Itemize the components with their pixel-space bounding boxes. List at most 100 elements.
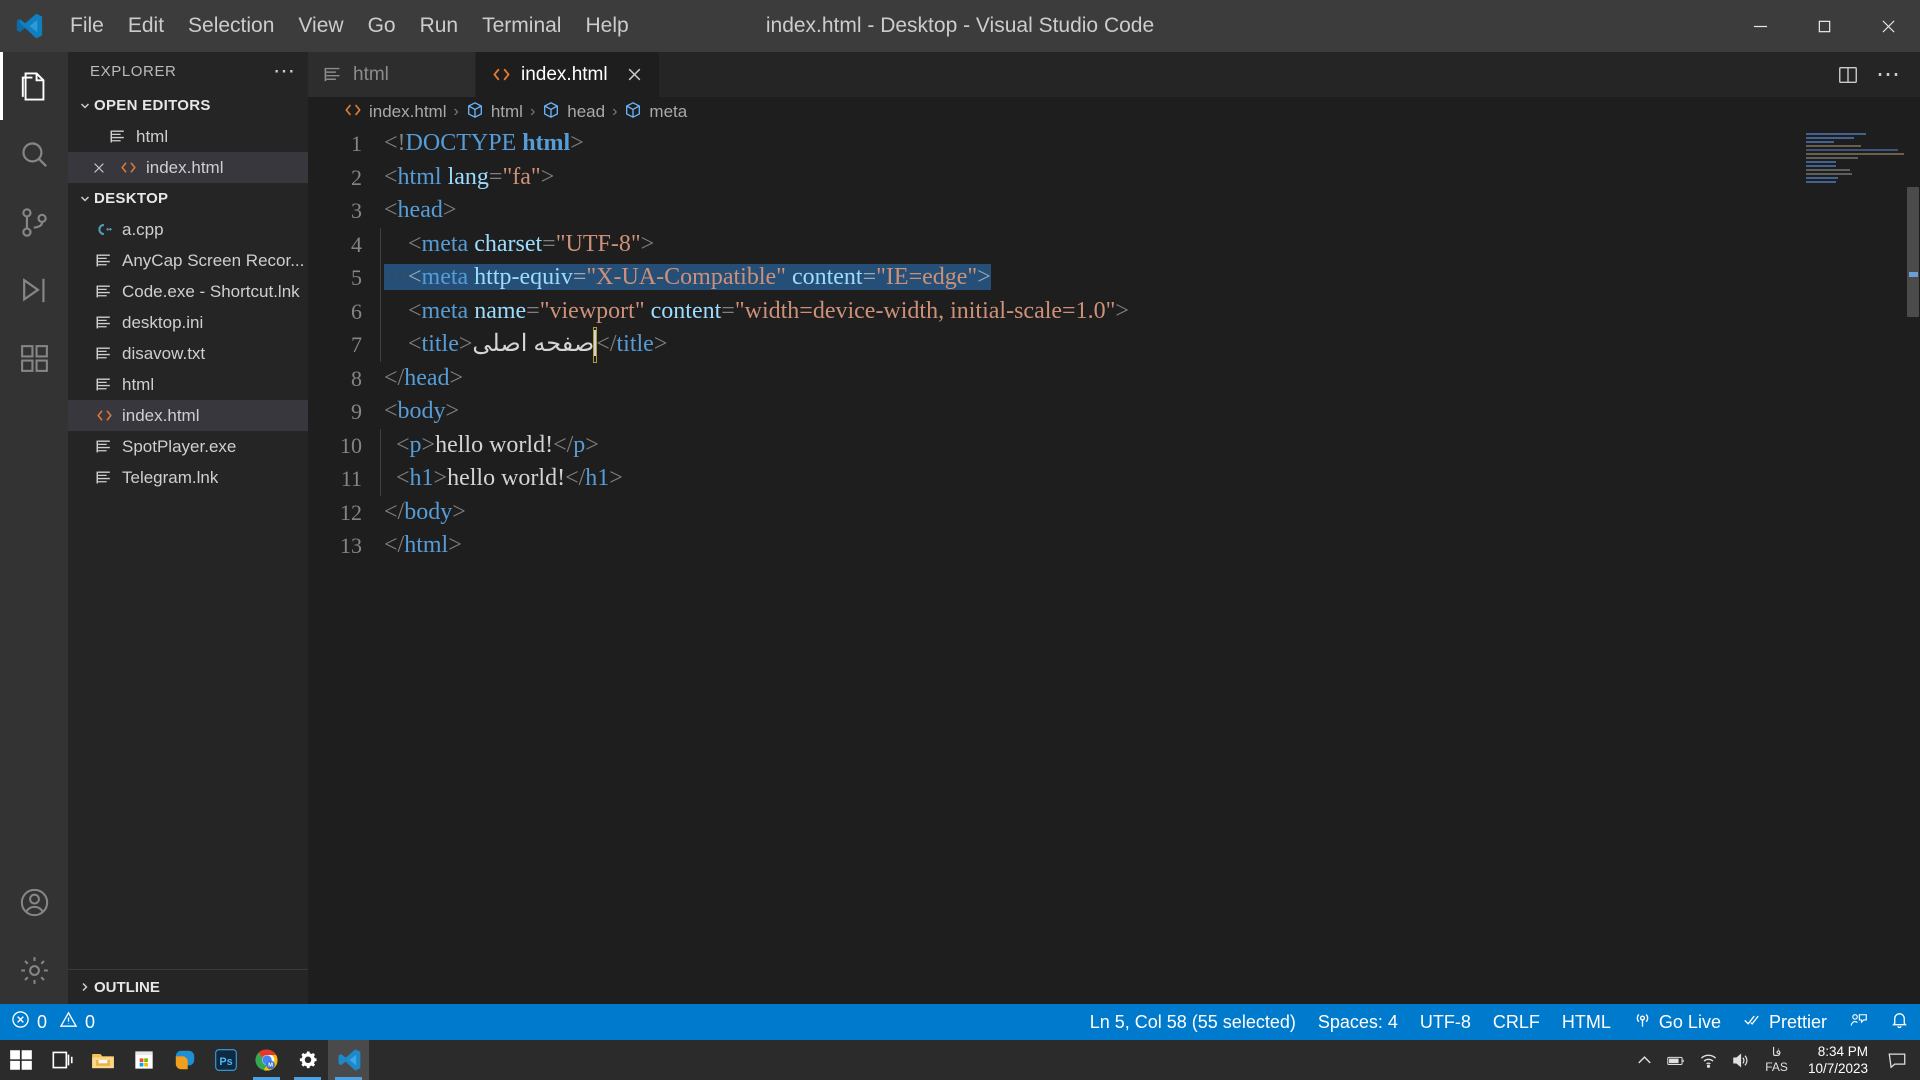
- code-line-1: 1 <!DOCTYPE html>: [308, 127, 1920, 161]
- breadcrumb-item-file[interactable]: index.html: [344, 101, 446, 124]
- close-icon[interactable]: [88, 161, 110, 175]
- breadcrumb-item-html[interactable]: html: [466, 101, 523, 124]
- status-eol[interactable]: CRLF: [1482, 1004, 1551, 1040]
- maximize-button[interactable]: [1792, 0, 1856, 52]
- file-label: desktop.ini: [122, 312, 204, 332]
- tab-index-html[interactable]: index.html: [476, 52, 660, 97]
- status-indentation[interactable]: Spaces: 4: [1307, 1004, 1409, 1040]
- tab-label: html: [353, 63, 389, 85]
- ellipsis-icon[interactable]: ⋯: [273, 60, 296, 82]
- section-outline[interactable]: OUTLINE: [68, 970, 308, 1004]
- breadcrumb-label: meta: [649, 102, 688, 121]
- clock-time: 8:34 PM: [1817, 1044, 1868, 1059]
- scrollbar-thumb[interactable]: [1907, 187, 1919, 317]
- network-button[interactable]: [1693, 1040, 1723, 1080]
- file-row-code-exe-shortcut[interactable]: Code.exe - Shortcut.lnk: [68, 276, 308, 307]
- start-button[interactable]: [0, 1040, 41, 1080]
- menu-terminal[interactable]: Terminal: [470, 0, 573, 52]
- more-actions-icon[interactable]: ⋯: [1870, 52, 1906, 97]
- tab-close-icon[interactable]: [626, 66, 643, 83]
- activity-explorer-icon[interactable]: [0, 52, 68, 120]
- battery-button[interactable]: [1661, 1040, 1691, 1080]
- show-hidden-icons-button[interactable]: [1629, 1040, 1659, 1080]
- status-language-mode[interactable]: HTML: [1551, 1004, 1622, 1040]
- feedback-person-icon: [1849, 1010, 1868, 1034]
- activity-source-control-icon[interactable]: [0, 188, 68, 256]
- file-row-telegram-lnk[interactable]: Telegram.lnk: [68, 462, 308, 493]
- menu-run[interactable]: Run: [408, 0, 471, 52]
- status-cursor-position[interactable]: Ln 5, Col 58 (55 selected): [1079, 1004, 1307, 1040]
- line-text: <html lang="fa">: [384, 163, 555, 190]
- open-editor-html[interactable]: html: [68, 121, 308, 152]
- tab-html[interactable]: html: [308, 52, 476, 97]
- photoshop-button[interactable]: Ps: [205, 1040, 246, 1080]
- menu-selection[interactable]: Selection: [176, 0, 286, 52]
- html-file-icon: [94, 407, 114, 424]
- microsoft-store-button[interactable]: [123, 1040, 164, 1080]
- file-row-spotplayer-exe[interactable]: SpotPlayer.exe: [68, 431, 308, 462]
- status-notifications[interactable]: [1879, 1004, 1920, 1040]
- file-explorer-button[interactable]: [82, 1040, 123, 1080]
- clock[interactable]: 8:34 PM 10/7/2023: [1798, 1040, 1878, 1080]
- menu-file[interactable]: File: [58, 0, 116, 52]
- minimap-line: [1806, 177, 1838, 179]
- open-editor-index-html[interactable]: index.html: [68, 152, 308, 183]
- breadcrumb-item-head[interactable]: head: [542, 101, 605, 124]
- file-label: index.html: [122, 405, 200, 425]
- code-line-2: 2 <html lang="fa">: [308, 161, 1920, 195]
- editor-scrollbar[interactable]: [1906, 127, 1920, 1004]
- menu-view[interactable]: View: [286, 0, 355, 52]
- file-row-index-html[interactable]: index.html: [68, 400, 308, 431]
- activity-extensions-icon[interactable]: [0, 324, 68, 392]
- vscode-taskbar-button[interactable]: [328, 1040, 369, 1080]
- chrome-button[interactable]: M: [246, 1040, 287, 1080]
- folder-icon: [91, 1054, 114, 1069]
- menu-go[interactable]: Go: [356, 0, 408, 52]
- code-line-5: 5 ···<meta http-equiv="X-UA-Compatible" …: [308, 261, 1920, 295]
- activity-gear-icon[interactable]: [0, 936, 68, 1004]
- file-row-html[interactable]: html: [68, 369, 308, 400]
- text-file-icon: [94, 345, 114, 362]
- language-code: FAS: [1765, 1060, 1788, 1074]
- status-feedback[interactable]: [1838, 1004, 1879, 1040]
- breadcrumb-item-meta[interactable]: meta: [624, 101, 687, 124]
- code-content[interactable]: 1 <!DOCTYPE html> 2 <html lang="fa"> 3 <…: [308, 127, 1920, 1004]
- text-file-icon: [324, 65, 343, 84]
- language-indicator[interactable]: فا FAS: [1757, 1040, 1796, 1080]
- html-file-icon: [344, 101, 362, 124]
- workbench: EXPLORER ⋯ OPEN EDITORS html index.html …: [0, 52, 1920, 1004]
- close-button[interactable]: [1856, 0, 1920, 52]
- section-open-editors[interactable]: OPEN EDITORS: [68, 90, 308, 121]
- code-line-7: 7 <title>صفحه اصلی</title>: [308, 327, 1920, 363]
- file-label: AnyCap Screen Recor...: [122, 250, 305, 270]
- action-center-button[interactable]: [1880, 1040, 1914, 1080]
- file-row-disavow-txt[interactable]: disavow.txt: [68, 338, 308, 369]
- activity-account-icon[interactable]: [0, 868, 68, 936]
- task-view-button[interactable]: [41, 1040, 82, 1080]
- menu-help[interactable]: Help: [573, 0, 640, 52]
- status-encoding[interactable]: UTF-8: [1409, 1004, 1482, 1040]
- split-editor-icon[interactable]: [1830, 52, 1866, 97]
- minimize-button[interactable]: [1728, 0, 1792, 52]
- activity-search-icon[interactable]: [0, 120, 68, 188]
- status-problems[interactable]: 0 0: [0, 1004, 106, 1040]
- double-check-icon: [1743, 1010, 1762, 1034]
- minimap-line: [1806, 145, 1861, 147]
- file-row-desktop-ini[interactable]: desktop.ini: [68, 307, 308, 338]
- volume-button[interactable]: [1725, 1040, 1755, 1080]
- status-go-live[interactable]: Go Live: [1622, 1004, 1732, 1040]
- settings-button[interactable]: [287, 1040, 328, 1080]
- file-row-anycap[interactable]: AnyCap Screen Recor...: [68, 245, 308, 276]
- menu-edit[interactable]: Edit: [116, 0, 176, 52]
- status-prettier[interactable]: Prettier: [1732, 1004, 1838, 1040]
- battery-icon: [1667, 1056, 1684, 1065]
- activity-run-debug-icon[interactable]: [0, 256, 68, 324]
- section-desktop[interactable]: DESKTOP: [68, 183, 308, 214]
- minimap[interactable]: [1806, 133, 1906, 253]
- vmware-button[interactable]: [164, 1040, 205, 1080]
- activity-bar: [0, 52, 68, 1004]
- warning-count: 0: [85, 1011, 96, 1032]
- file-row-a-cpp[interactable]: a.cpp: [68, 214, 308, 245]
- code-editor[interactable]: 1 <!DOCTYPE html> 2 <html lang="fa"> 3 <…: [308, 127, 1920, 1004]
- minimap-line: [1806, 153, 1904, 155]
